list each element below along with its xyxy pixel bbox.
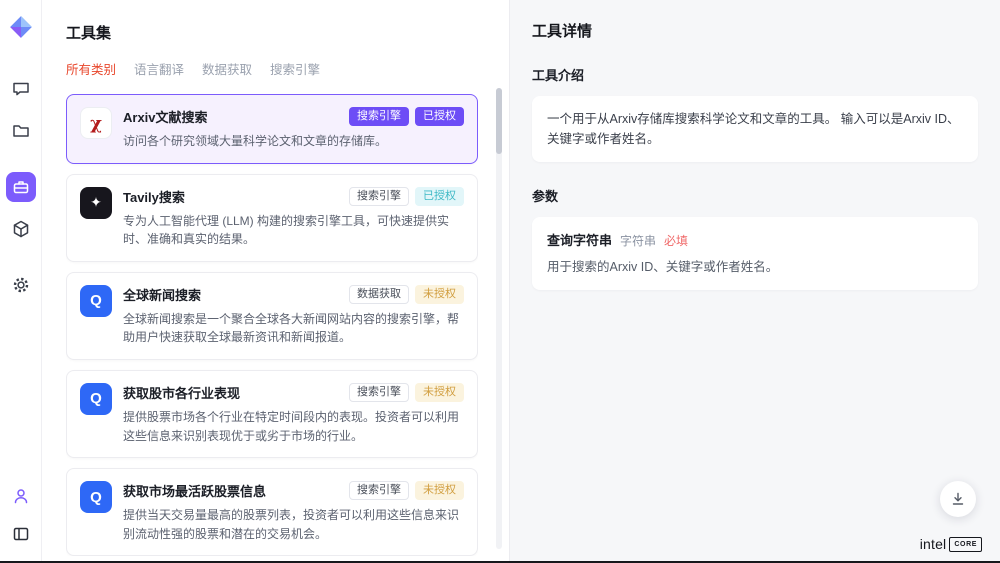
category-badge: 搜索引擎	[349, 383, 409, 402]
tool-icon	[80, 481, 112, 513]
auth-status-badge: 未授权	[415, 481, 464, 500]
brand-secondary: CORE	[949, 537, 982, 552]
auth-status-badge: 已授权	[415, 187, 464, 206]
panel-icon[interactable]	[6, 519, 36, 549]
tool-card[interactable]: Tavily搜索 搜索引擎 已授权 专为人工智能代理 (LLM) 构建的搜索引擎…	[66, 174, 478, 262]
chat-icon[interactable]	[6, 74, 36, 104]
tool-card-list: Arxiv文献搜索 搜索引擎 已授权 访问各个研究领域大量科学论文和文章的存储库…	[66, 94, 478, 556]
tool-description: 提供股票市场各个行业在特定时间段内的表现。投资者可以利用这些信息来识别表现优于或…	[123, 408, 464, 445]
detail-title: 工具详情	[532, 20, 978, 41]
tool-card-body: 获取市场最活跃股票信息 搜索引擎 未授权 提供当天交易量最高的股票列表，投资者可…	[123, 481, 464, 543]
tool-card[interactable]: 全球新闻搜索 数据获取 未授权 全球新闻搜索是一个聚合全球各大新闻网站内容的搜索…	[66, 272, 478, 360]
category-badge: 搜索引擎	[349, 187, 409, 206]
folder-icon[interactable]	[6, 116, 36, 146]
category-badge: 搜索引擎	[349, 107, 409, 126]
icon-rail	[0, 0, 42, 561]
category-tab[interactable]: 所有类别	[66, 59, 116, 78]
cube-icon[interactable]	[6, 214, 36, 244]
badge-group: 数据获取 未授权	[349, 285, 464, 304]
intro-card: 一个用于从Arxiv存储库搜索科学论文和文章的工具。 输入可以是Arxiv ID…	[532, 96, 978, 162]
tool-title: Arxiv文献搜索	[123, 107, 208, 126]
param-description: 用于搜索的Arxiv ID、关键字或作者姓名。	[547, 258, 963, 277]
tool-card[interactable]: 获取市场最活跃股票信息 搜索引擎 未授权 提供当天交易量最高的股票列表，投资者可…	[66, 468, 478, 556]
app-logo[interactable]	[8, 14, 34, 40]
param-required-flag: 必填	[664, 232, 688, 249]
tool-title: 获取股市各行业表现	[123, 383, 240, 402]
tool-title: 全球新闻搜索	[123, 285, 201, 304]
tool-card[interactable]: Arxiv文献搜索 搜索引擎 已授权 访问各个研究领域大量科学论文和文章的存储库…	[66, 94, 478, 164]
tool-list-panel: 工具集 所有类别语言翻译数据获取搜索引擎 Arxiv文献搜索 搜索引擎 已授权	[42, 0, 510, 561]
tool-card-body: Tavily搜索 搜索引擎 已授权 专为人工智能代理 (LLM) 构建的搜索引擎…	[123, 187, 464, 249]
badge-group: 搜索引擎 已授权	[349, 187, 464, 206]
download-button[interactable]	[940, 481, 976, 517]
page-title: 工具集	[66, 22, 509, 43]
tool-icon	[80, 187, 112, 219]
category-tab[interactable]: 数据获取	[202, 59, 252, 78]
tool-description: 全球新闻搜索是一个聚合全球各大新闻网站内容的搜索引擎，帮助用户快速获取全球最新资…	[123, 310, 464, 347]
user-icon[interactable]	[6, 481, 36, 511]
briefcase-icon[interactable]	[6, 172, 36, 202]
auth-status-badge: 未授权	[415, 383, 464, 402]
badge-group: 搜索引擎 未授权	[349, 481, 464, 500]
category-tabs: 所有类别语言翻译数据获取搜索引擎	[66, 59, 509, 78]
tool-description: 提供当天交易量最高的股票列表，投资者可以利用这些信息来识别流动性强的股票和潜在的…	[123, 506, 464, 543]
tool-title: Tavily搜索	[123, 187, 185, 206]
app-window: 工具集 所有类别语言翻译数据获取搜索引擎 Arxiv文献搜索 搜索引擎 已授权	[0, 0, 1000, 561]
param-card: 查询字符串 字符串 必填 用于搜索的Arxiv ID、关键字或作者姓名。	[532, 217, 978, 290]
category-badge: 搜索引擎	[349, 481, 409, 500]
intro-heading: 工具介绍	[532, 65, 978, 84]
tool-icon	[80, 107, 112, 139]
intro-text: 一个用于从Arxiv存储库搜索科学论文和文章的工具。 输入可以是Arxiv ID…	[547, 109, 963, 149]
category-tab[interactable]: 搜索引擎	[270, 59, 320, 78]
tool-card-body: 全球新闻搜索 数据获取 未授权 全球新闻搜索是一个聚合全球各大新闻网站内容的搜索…	[123, 285, 464, 347]
params-heading: 参数	[532, 186, 978, 205]
param-name: 查询字符串	[547, 230, 612, 249]
tool-title: 获取市场最活跃股票信息	[123, 481, 266, 500]
tool-card[interactable]: 获取股市各行业表现 搜索引擎 未授权 提供股票市场各个行业在特定时间段内的表现。…	[66, 370, 478, 458]
tool-card-body: 获取股市各行业表现 搜索引擎 未授权 提供股票市场各个行业在特定时间段内的表现。…	[123, 383, 464, 445]
category-tab[interactable]: 语言翻译	[134, 59, 184, 78]
tool-description: 专为人工智能代理 (LLM) 构建的搜索引擎工具，可快速提供实时、准确和真实的结…	[123, 212, 464, 249]
tool-icon	[80, 383, 112, 415]
badge-group: 搜索引擎 未授权	[349, 383, 464, 402]
intel-core-logo: intel CORE	[920, 536, 982, 552]
tool-card-body: Arxiv文献搜索 搜索引擎 已授权 访问各个研究领域大量科学论文和文章的存储库…	[123, 107, 464, 151]
auth-status-badge: 未授权	[415, 285, 464, 304]
tool-description: 访问各个研究领域大量科学论文和文章的存储库。	[123, 132, 464, 151]
download-icon	[950, 491, 966, 507]
tool-detail-panel: 工具详情 工具介绍 一个用于从Arxiv存储库搜索科学论文和文章的工具。 输入可…	[510, 0, 1000, 561]
param-type: 字符串	[620, 232, 656, 249]
list-scrollbar[interactable]	[496, 88, 502, 549]
auth-status-badge: 已授权	[415, 107, 464, 126]
scrollbar-thumb[interactable]	[496, 88, 502, 154]
category-badge: 数据获取	[349, 285, 409, 304]
brand-primary: intel	[920, 536, 947, 552]
badge-group: 搜索引擎 已授权	[349, 107, 464, 126]
tool-icon	[80, 285, 112, 317]
gear-icon[interactable]	[6, 270, 36, 300]
